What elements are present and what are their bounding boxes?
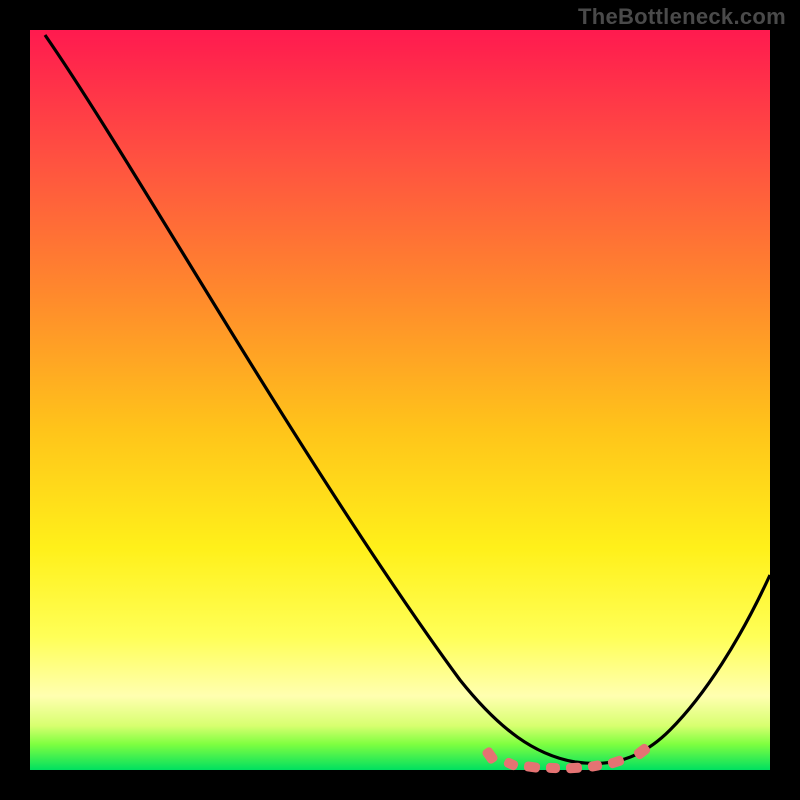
chart-frame: TheBottleneck.com: [0, 0, 800, 800]
bottleneck-curve: [30, 30, 770, 770]
optimal-marker: [523, 761, 540, 773]
watermark-text: TheBottleneck.com: [578, 4, 786, 30]
plot-area: [30, 30, 770, 770]
curve-path: [45, 35, 770, 763]
optimal-marker: [587, 760, 603, 772]
optimal-marker: [566, 762, 583, 773]
optimal-marker: [546, 763, 560, 773]
